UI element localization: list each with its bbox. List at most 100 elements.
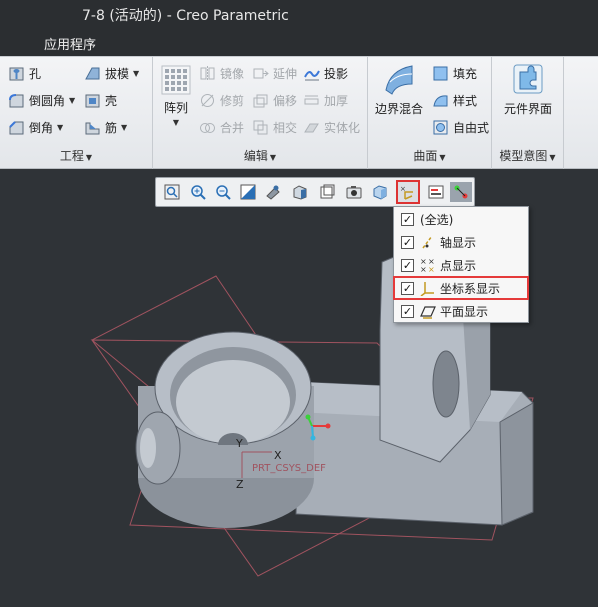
freestyle-icon	[432, 119, 449, 136]
plane-display-checkbox[interactable]: ✓	[401, 304, 414, 318]
extend-button[interactable]: 延伸	[252, 62, 297, 84]
perspective-button[interactable]	[370, 182, 390, 202]
fill-button[interactable]: 填充	[432, 62, 477, 84]
project-icon	[303, 65, 320, 82]
display-style-button[interactable]	[317, 182, 337, 202]
svg-text:×: ×	[420, 265, 427, 273]
draft-button[interactable]: 拔模 ▼	[84, 62, 139, 84]
zoom-out-button[interactable]	[213, 182, 233, 202]
style-icon	[432, 92, 449, 109]
repaint-button[interactable]	[238, 182, 258, 202]
round-button[interactable]: 倒圆角 ▼	[8, 89, 75, 111]
hole-icon	[8, 65, 25, 82]
reorient-icon	[266, 185, 280, 200]
menu-app-programs[interactable]: 应用程序	[44, 34, 96, 53]
pattern-button[interactable]: 阵列 ▼	[159, 65, 193, 127]
boundary-blend-icon	[385, 65, 413, 95]
menu-bar: 应用程序	[0, 28, 598, 56]
offset-button[interactable]: 偏移	[252, 89, 297, 111]
style-label: 样式	[453, 93, 478, 108]
thicken-icon	[303, 92, 320, 109]
datum-display-menu: ✓ (全选) ✓ 轴显示 ✓ × × × × 点显示 ✓ 坐标系显示 ✓ 平面显示	[393, 206, 529, 323]
shell-label: 壳	[105, 93, 118, 108]
solidify-button[interactable]: 实体化	[303, 116, 360, 138]
mirror-button[interactable]: 镜像	[199, 62, 244, 84]
zoom-in-button[interactable]	[188, 182, 208, 202]
draft-icon	[84, 65, 101, 82]
round-dropdown-icon[interactable]: ▼	[69, 96, 75, 105]
chamfer-button[interactable]: 倒角 ▼	[8, 116, 63, 138]
refit-button[interactable]	[162, 182, 182, 202]
pattern-label: 阵列	[163, 101, 188, 115]
group-label-editing[interactable]: 编辑 ▼	[153, 147, 367, 164]
group-label-engineering[interactable]: 工程 ▼	[0, 147, 152, 164]
rib-icon	[84, 119, 101, 136]
saved-views-button[interactable]	[290, 182, 310, 202]
component-interface-button[interactable]: 元件界面	[496, 62, 560, 117]
trim-icon	[199, 92, 216, 109]
offset-label: 偏移	[273, 93, 298, 108]
menu-item-plane-display[interactable]: ✓ 平面显示	[394, 300, 528, 322]
menu-item-select-all[interactable]: ✓ (全选)	[394, 208, 528, 230]
extend-icon	[252, 65, 269, 82]
mirror-icon	[199, 65, 216, 82]
axis-display-checkbox[interactable]: ✓	[401, 235, 414, 249]
merge-icon	[199, 119, 216, 136]
hole-label: 孔	[29, 66, 42, 81]
perspective-icon	[373, 185, 387, 200]
view-toolbar: ×	[155, 177, 475, 207]
menu-item-axis-display[interactable]: ✓ 轴显示	[394, 231, 528, 253]
group-model-intent: 元件界面 模型意图 ▼	[492, 57, 564, 170]
menu-item-csys-display[interactable]: ✓ 坐标系显示	[393, 276, 529, 300]
extend-label: 延伸	[273, 66, 298, 81]
point-display-checkbox[interactable]: ✓	[401, 258, 414, 272]
draft-dropdown-icon[interactable]: ▼	[133, 69, 139, 78]
saved-views-icon	[293, 185, 307, 200]
project-label: 投影	[324, 66, 349, 81]
style-button[interactable]: 样式	[432, 89, 477, 111]
spin-center-button[interactable]	[450, 182, 472, 202]
round-label: 倒圆角	[29, 93, 66, 108]
zoom-out-icon	[216, 185, 231, 200]
mirror-label: 镜像	[220, 66, 245, 81]
pattern-dropdown-icon[interactable]: ▼	[159, 118, 193, 127]
view-manager-button[interactable]	[344, 182, 364, 202]
csys-label: PRT_CSYS_DEF	[252, 463, 326, 474]
merge-button[interactable]: 合并	[199, 116, 244, 138]
axis-x-label: X	[274, 449, 282, 462]
fill-icon	[432, 65, 449, 82]
group-surfaces: 边界混合 填充 样式 自由式 曲面 ▼	[368, 57, 492, 170]
window-title: 7-8 (活动的) - Creo Parametric	[82, 8, 289, 24]
hole-button[interactable]: 孔	[8, 62, 41, 84]
csys-display-checkbox[interactable]: ✓	[401, 281, 414, 295]
project-button[interactable]: 投影	[303, 62, 348, 84]
repaint-icon	[240, 184, 256, 200]
intersect-button[interactable]: 相交	[252, 116, 297, 138]
freestyle-button[interactable]: 自由式	[432, 116, 489, 138]
rib-button[interactable]: 筋 ▼	[84, 116, 127, 138]
rib-dropdown-icon[interactable]: ▼	[121, 123, 127, 132]
chamfer-icon	[8, 119, 25, 136]
plane-icon	[420, 306, 436, 319]
fill-label: 填充	[453, 66, 478, 81]
select-all-checkbox[interactable]: ✓	[401, 212, 414, 226]
group-label-model-intent[interactable]: 模型意图 ▼	[492, 147, 563, 164]
pattern-icon	[161, 65, 191, 95]
chamfer-dropdown-icon[interactable]: ▼	[57, 123, 63, 132]
shell-button[interactable]: 壳	[84, 89, 117, 111]
chamfer-label: 倒角	[29, 120, 54, 135]
datum-display-filters-button[interactable]: ×	[396, 180, 420, 204]
draft-label: 拔模	[105, 66, 130, 81]
group-label-surfaces[interactable]: 曲面 ▼	[368, 147, 491, 164]
axis-display-label: 轴显示	[440, 235, 477, 250]
shell-icon	[84, 92, 101, 109]
boundary-blend-button[interactable]: 边界混合	[371, 62, 427, 117]
select-all-label: (全选)	[420, 212, 454, 227]
point-icon: × ×× ×	[420, 257, 435, 273]
thicken-button[interactable]: 加厚	[303, 89, 348, 111]
trim-button[interactable]: 修剪	[199, 89, 244, 111]
plane-display-label: 平面显示	[440, 304, 489, 319]
annotation-display-button[interactable]	[426, 182, 446, 202]
reorient-button[interactable]	[263, 182, 283, 202]
menu-item-point-display[interactable]: ✓ × × × × 点显示	[394, 254, 528, 276]
